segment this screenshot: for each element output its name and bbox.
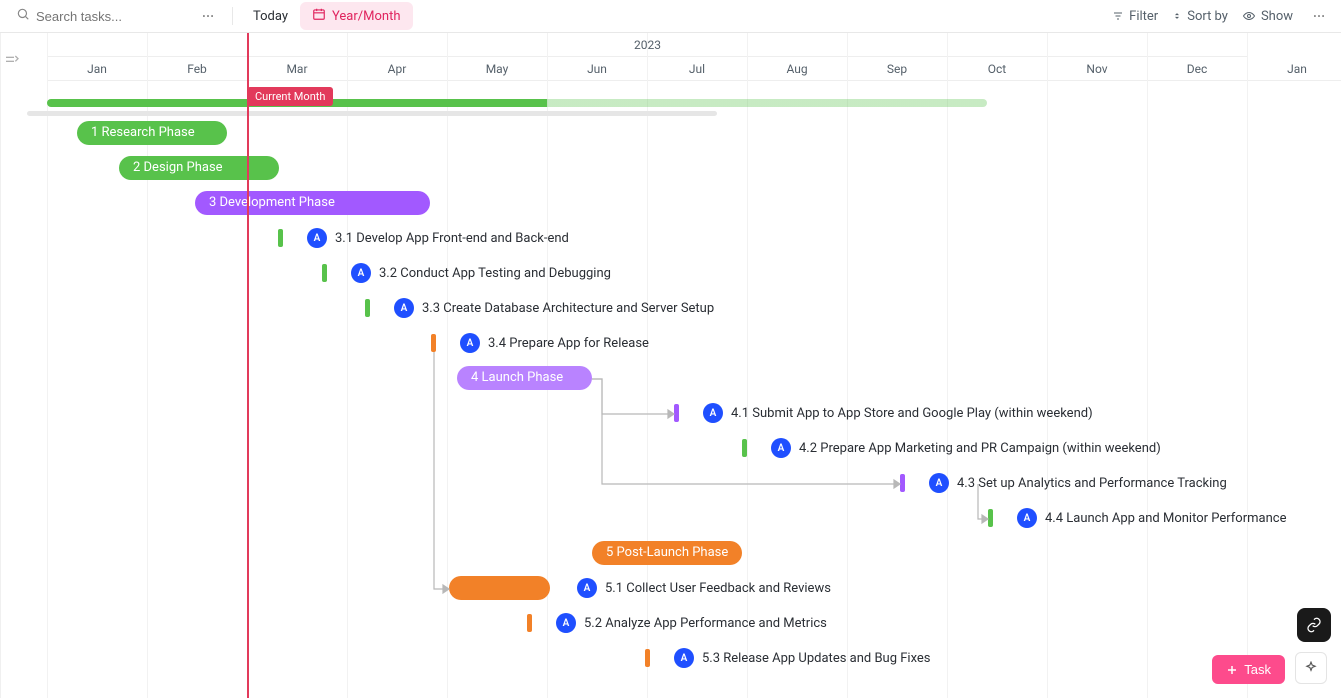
months-row: JanFebMarAprMayJunJulAugSepOctNovDecJan — [47, 57, 1341, 81]
task-bar[interactable] — [527, 614, 532, 632]
current-month-line — [247, 33, 249, 698]
task-row[interactable]: A 5.1 Collect User Feedback and Reviews — [577, 574, 831, 602]
sort-button[interactable]: Sort by — [1172, 9, 1228, 24]
month-cell: Oct — [947, 57, 1047, 80]
ai-button[interactable] — [1295, 652, 1327, 684]
month-cell: Feb — [147, 57, 247, 80]
task-bar[interactable] — [988, 509, 993, 527]
chart-area[interactable]: Current Month 1 Research Phase 2 Design Ph… — [47, 81, 1341, 698]
task-bar[interactable] — [278, 229, 283, 247]
task-label: 3.1 Develop App Front-end and Back-end — [335, 231, 569, 246]
today-button[interactable]: Today — [245, 5, 296, 28]
task-label: 5.1 Collect User Feedback and Reviews — [605, 581, 831, 596]
month-cell: Nov — [1047, 57, 1147, 80]
sort-label: Sort by — [1187, 9, 1228, 24]
assignee-avatar[interactable]: A — [556, 613, 576, 633]
task-label: 3.3 Create Database Architecture and Ser… — [422, 301, 714, 316]
calendar-icon — [312, 7, 326, 25]
task-row[interactable]: A 5.2 Analyze App Performance and Metrics — [556, 609, 827, 637]
more-menu-icon[interactable] — [196, 4, 220, 28]
month-cell: May — [447, 57, 547, 80]
assignee-avatar[interactable]: A — [460, 333, 480, 353]
task-bar[interactable] — [431, 334, 436, 352]
month-cell: Dec — [1147, 57, 1247, 80]
assignee-avatar[interactable]: A — [929, 473, 949, 493]
task-row[interactable]: A 3.4 Prepare App for Release — [460, 329, 649, 357]
new-task-button[interactable]: Task — [1212, 655, 1285, 684]
assignee-avatar[interactable]: A — [771, 438, 791, 458]
phase-bar[interactable]: 5 Post-Launch Phase — [592, 541, 742, 565]
month-cell: Aug — [747, 57, 847, 80]
month-cell: Sep — [847, 57, 947, 80]
toolbar: Today Year/Month Filter Sort by Show — [0, 0, 1341, 33]
task-bar[interactable] — [742, 439, 747, 457]
month-cell: Apr — [347, 57, 447, 80]
task-bar[interactable] — [645, 649, 650, 667]
phase-bar[interactable]: 3 Development Phase — [195, 191, 430, 215]
view-mode-pill[interactable]: Year/Month — [300, 2, 413, 30]
task-bar[interactable] — [322, 264, 327, 282]
task-label: 5.3 Release App Updates and Bug Fixes — [702, 651, 931, 666]
assignee-avatar[interactable]: A — [1017, 508, 1037, 528]
task-row[interactable]: A 4.3 Set up Analytics and Performance Tr… — [929, 469, 1227, 497]
task-row[interactable]: A 4.2 Prepare App Marketing and PR Campai… — [771, 434, 1161, 462]
timeline: 2023 JanFebMarAprMayJunJulAugSepOctNovDe… — [0, 33, 1341, 698]
month-cell: Jan — [1247, 57, 1341, 80]
task-row[interactable]: A 3.3 Create Database Architecture and Se… — [394, 294, 714, 322]
show-button[interactable]: Show — [1242, 9, 1293, 24]
search-wrap — [10, 7, 192, 25]
task-label: 5.2 Analyze App Performance and Metrics — [584, 616, 827, 631]
assignee-avatar[interactable]: A — [351, 263, 371, 283]
year-label: 2023 — [634, 38, 661, 52]
assignee-avatar[interactable]: A — [674, 648, 694, 668]
link-widget[interactable] — [1297, 608, 1331, 642]
phase-bar[interactable]: 4 Launch Phase — [457, 366, 592, 390]
task-bar[interactable] — [900, 474, 905, 492]
more-options-icon[interactable] — [1307, 4, 1331, 28]
assignee-avatar[interactable]: A — [703, 403, 723, 423]
task-row[interactable]: A 3.2 Conduct App Testing and Debugging — [351, 259, 611, 287]
assignee-avatar[interactable]: A — [577, 578, 597, 598]
task-row[interactable]: A 5.3 Release App Updates and Bug Fixes — [674, 644, 931, 672]
filter-button[interactable]: Filter — [1112, 9, 1158, 24]
current-month-label: Current Month — [247, 87, 333, 106]
task-label: 3.4 Prepare App for Release — [488, 336, 649, 351]
search-icon — [16, 7, 30, 25]
view-mode-label: Year/Month — [332, 9, 401, 24]
task-row[interactable]: A 4.4 Launch App and Monitor Performance — [1017, 504, 1286, 532]
task-label: 4.4 Launch App and Monitor Performance — [1045, 511, 1286, 526]
show-label: Show — [1261, 9, 1293, 24]
month-cell: Jan — [47, 57, 147, 80]
project-summary-bar[interactable] — [47, 99, 987, 107]
toolbar-right: Filter Sort by Show — [1112, 4, 1331, 28]
search-input[interactable] — [36, 9, 186, 24]
task-label: 4.1 Submit App to App Store and Google P… — [731, 406, 1093, 421]
phase-bar[interactable]: 2 Design Phase — [119, 156, 279, 180]
assignee-avatar[interactable]: A — [307, 228, 327, 248]
phase-bar[interactable]: 1 Research Phase — [77, 121, 227, 145]
month-cell: Jun — [547, 57, 647, 80]
divider — [232, 7, 233, 25]
month-cell: Mar — [247, 57, 347, 80]
task-row[interactable]: A 4.1 Submit App to App Store and Google … — [703, 399, 1093, 427]
year-row: 2023 — [47, 33, 1247, 57]
month-cell: Jul — [647, 57, 747, 80]
task-label: 4.3 Set up Analytics and Performance Tra… — [957, 476, 1227, 491]
task-bar[interactable] — [674, 404, 679, 422]
assignee-avatar[interactable]: A — [394, 298, 414, 318]
filter-label: Filter — [1129, 9, 1158, 24]
task-row[interactable]: A 3.1 Develop App Front-end and Back-end — [307, 224, 569, 252]
task-label: 3.2 Conduct App Testing and Debugging — [379, 266, 611, 281]
new-task-label: Task — [1244, 662, 1271, 677]
task-bar[interactable] — [365, 299, 370, 317]
task-bar[interactable] — [449, 576, 550, 600]
task-label: 4.2 Prepare App Marketing and PR Campaig… — [799, 441, 1161, 456]
